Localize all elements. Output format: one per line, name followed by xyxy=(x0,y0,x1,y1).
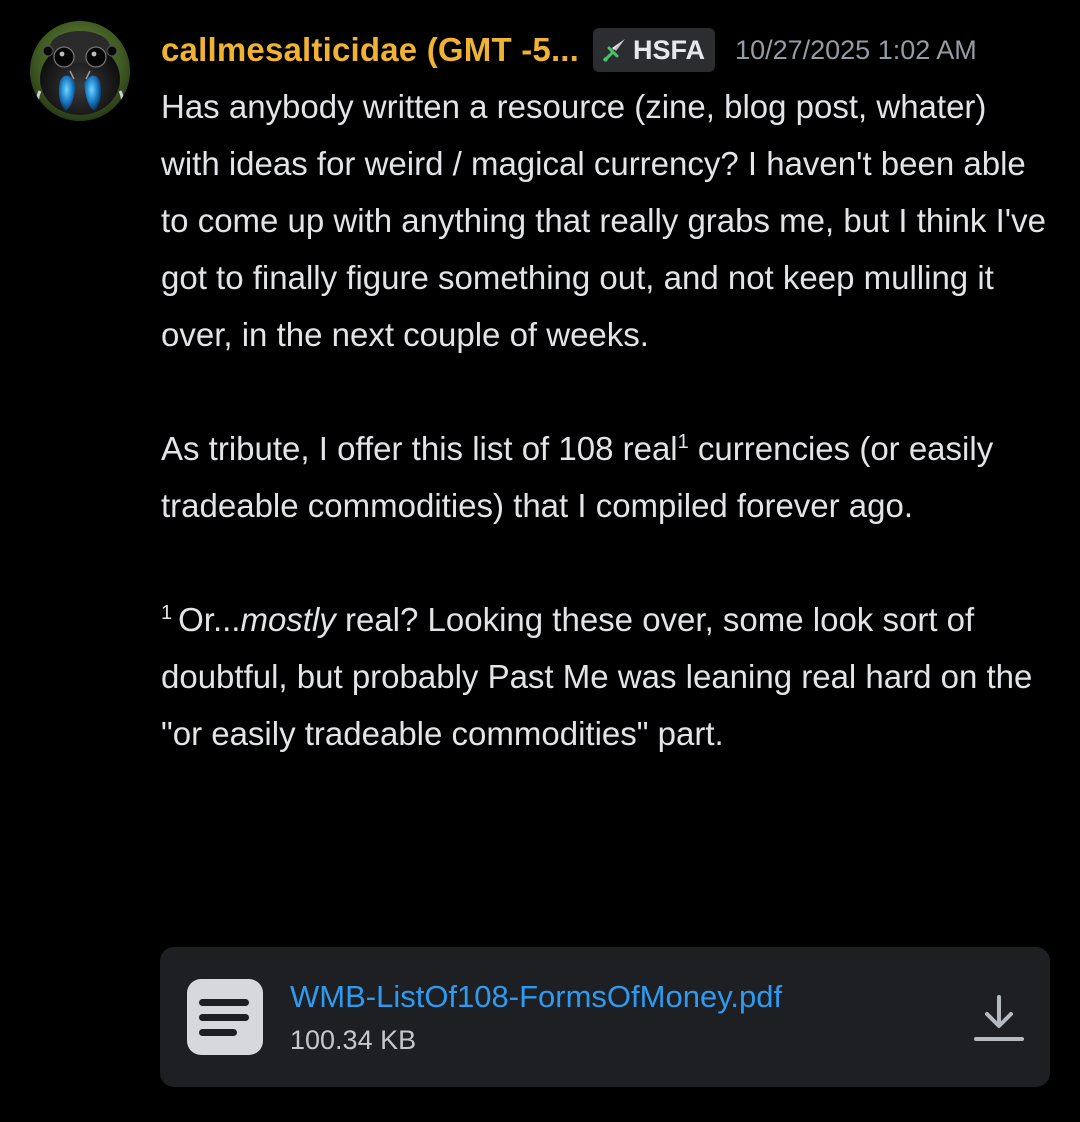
emphasis-text: mostly xyxy=(240,601,336,638)
message-paragraph: As tribute, I offer this list of 108 rea… xyxy=(161,420,1051,534)
message-paragraph: Has anybody written a resource (zine, bl… xyxy=(161,88,1046,353)
chat-message: callmesalticidae (GMT -5... HSFA 10/27/2… xyxy=(0,0,1080,1122)
footnote-marker: 1 xyxy=(161,602,173,624)
download-icon[interactable] xyxy=(972,991,1026,1045)
role-label: HSFA xyxy=(633,34,706,65)
document-icon xyxy=(187,979,263,1055)
file-attachment[interactable]: WMB-ListOf108-FormsOfMoney.pdf 100.34 KB xyxy=(160,947,1050,1087)
role-tag[interactable]: HSFA xyxy=(593,28,716,72)
text-span: As tribute, I offer this list of 108 rea… xyxy=(161,430,678,467)
attachment-file-size: 100.34 KB xyxy=(290,1025,417,1055)
text-span: Or... xyxy=(178,601,241,638)
attachment-filename-link[interactable]: WMB-ListOf108-FormsOfMoney.pdf xyxy=(290,979,782,1015)
jumping-spider-avatar xyxy=(30,21,130,121)
message-header: callmesalticidae (GMT -5... HSFA 10/27/2… xyxy=(161,26,977,74)
message-timestamp[interactable]: 10/27/2025 1:02 AM xyxy=(735,35,977,66)
message-content: Has anybody written a resource (zine, bl… xyxy=(161,78,1051,762)
sword-icon xyxy=(601,36,629,64)
user-avatar[interactable] xyxy=(30,21,130,121)
footnote-paragraph: 1 Or...mostly real? Looking these over, s… xyxy=(161,591,1051,762)
username[interactable]: callmesalticidae (GMT -5... xyxy=(161,31,579,69)
footnote-superscript: 1 xyxy=(677,431,689,453)
